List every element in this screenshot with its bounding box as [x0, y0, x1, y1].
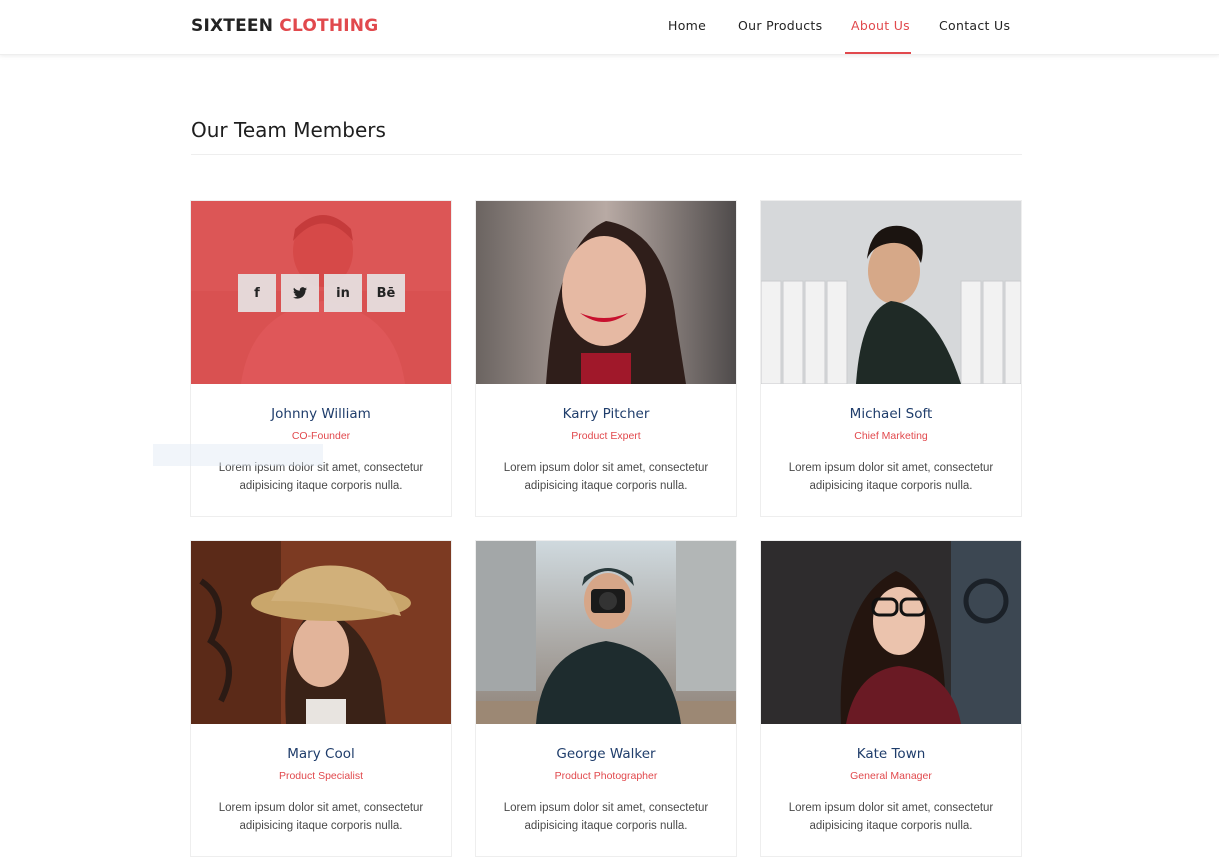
- team-card-michael-soft[interactable]: Michael Soft Chief Marketing Lorem ipsum…: [760, 200, 1022, 517]
- member-description: Lorem ipsum dolor sit amet, consectetur …: [218, 462, 424, 492]
- member-name: Karry Pitcher: [562, 406, 650, 422]
- member-photo: [476, 201, 736, 384]
- member-role: Chief Marketing: [854, 430, 928, 442]
- member-photo: [191, 541, 451, 724]
- nav-contact-us[interactable]: Contact Us: [939, 18, 1010, 33]
- member-info: George Walker Product Photographer Lorem…: [476, 724, 736, 856]
- member-info: Mary Cool Product Specialist Lorem ipsum…: [191, 724, 451, 856]
- member-description: Lorem ipsum dolor sit amet, consectetur …: [503, 802, 709, 832]
- nav-about-us[interactable]: About Us: [851, 18, 910, 33]
- section-title: Our Team Members: [191, 118, 386, 142]
- member-info: Michael Soft Chief Marketing Lorem ipsum…: [761, 384, 1021, 516]
- photo-hover-overlay: [191, 201, 451, 384]
- member-photo: [761, 201, 1021, 384]
- member-role: General Manager: [850, 770, 932, 782]
- linkedin-icon[interactable]: in: [324, 274, 362, 312]
- member-name: Kate Town: [856, 746, 926, 762]
- team-card-george-walker[interactable]: George Walker Product Photographer Lorem…: [475, 540, 737, 857]
- member-description: Lorem ipsum dolor sit amet, consectetur …: [788, 462, 994, 492]
- section-divider: [191, 154, 1022, 155]
- member-photo: f in Bē: [191, 201, 451, 384]
- member-photo: [476, 541, 736, 724]
- member-name: Johnny William: [271, 406, 371, 422]
- main-nav: Home Our Products About Us Contact Us: [0, 0, 1219, 55]
- behance-icon[interactable]: Bē: [367, 274, 405, 312]
- member-role: Product Specialist: [278, 770, 364, 782]
- member-role: Product Photographer: [554, 770, 658, 782]
- team-card-karry-pitcher[interactable]: Karry Pitcher Product Expert Lorem ipsum…: [475, 200, 737, 517]
- member-description: Lorem ipsum dolor sit amet, consectetur …: [788, 802, 994, 832]
- team-card-kate-town[interactable]: Kate Town General Manager Lorem ipsum do…: [760, 540, 1022, 857]
- nav-home[interactable]: Home: [668, 18, 706, 33]
- team-card-mary-cool[interactable]: Mary Cool Product Specialist Lorem ipsum…: [190, 540, 452, 857]
- member-role: Product Expert: [571, 430, 641, 442]
- member-info: Johnny William CO-Founder Lorem ipsum do…: [191, 384, 451, 516]
- nav-active-indicator: [845, 52, 911, 54]
- member-role: CO-Founder: [291, 430, 351, 442]
- member-name: Michael Soft: [849, 406, 933, 422]
- team-card-johnny-william[interactable]: f in Bē Johnny William CO-Founder Lorem …: [190, 200, 452, 517]
- nav-our-products[interactable]: Our Products: [738, 18, 822, 33]
- member-description: Lorem ipsum dolor sit amet, consectetur …: [218, 802, 424, 832]
- member-photo: [761, 541, 1021, 724]
- twitter-icon[interactable]: [281, 274, 319, 312]
- member-name: Mary Cool: [287, 746, 355, 762]
- site-header: SIXTEEN CLOTHING Home Our Products About…: [0, 0, 1219, 55]
- member-name: George Walker: [556, 746, 656, 762]
- member-description: Lorem ipsum dolor sit amet, consectetur …: [503, 462, 709, 492]
- member-info: Kate Town General Manager Lorem ipsum do…: [761, 724, 1021, 856]
- member-info: Karry Pitcher Product Expert Lorem ipsum…: [476, 384, 736, 516]
- facebook-icon[interactable]: f: [238, 274, 276, 312]
